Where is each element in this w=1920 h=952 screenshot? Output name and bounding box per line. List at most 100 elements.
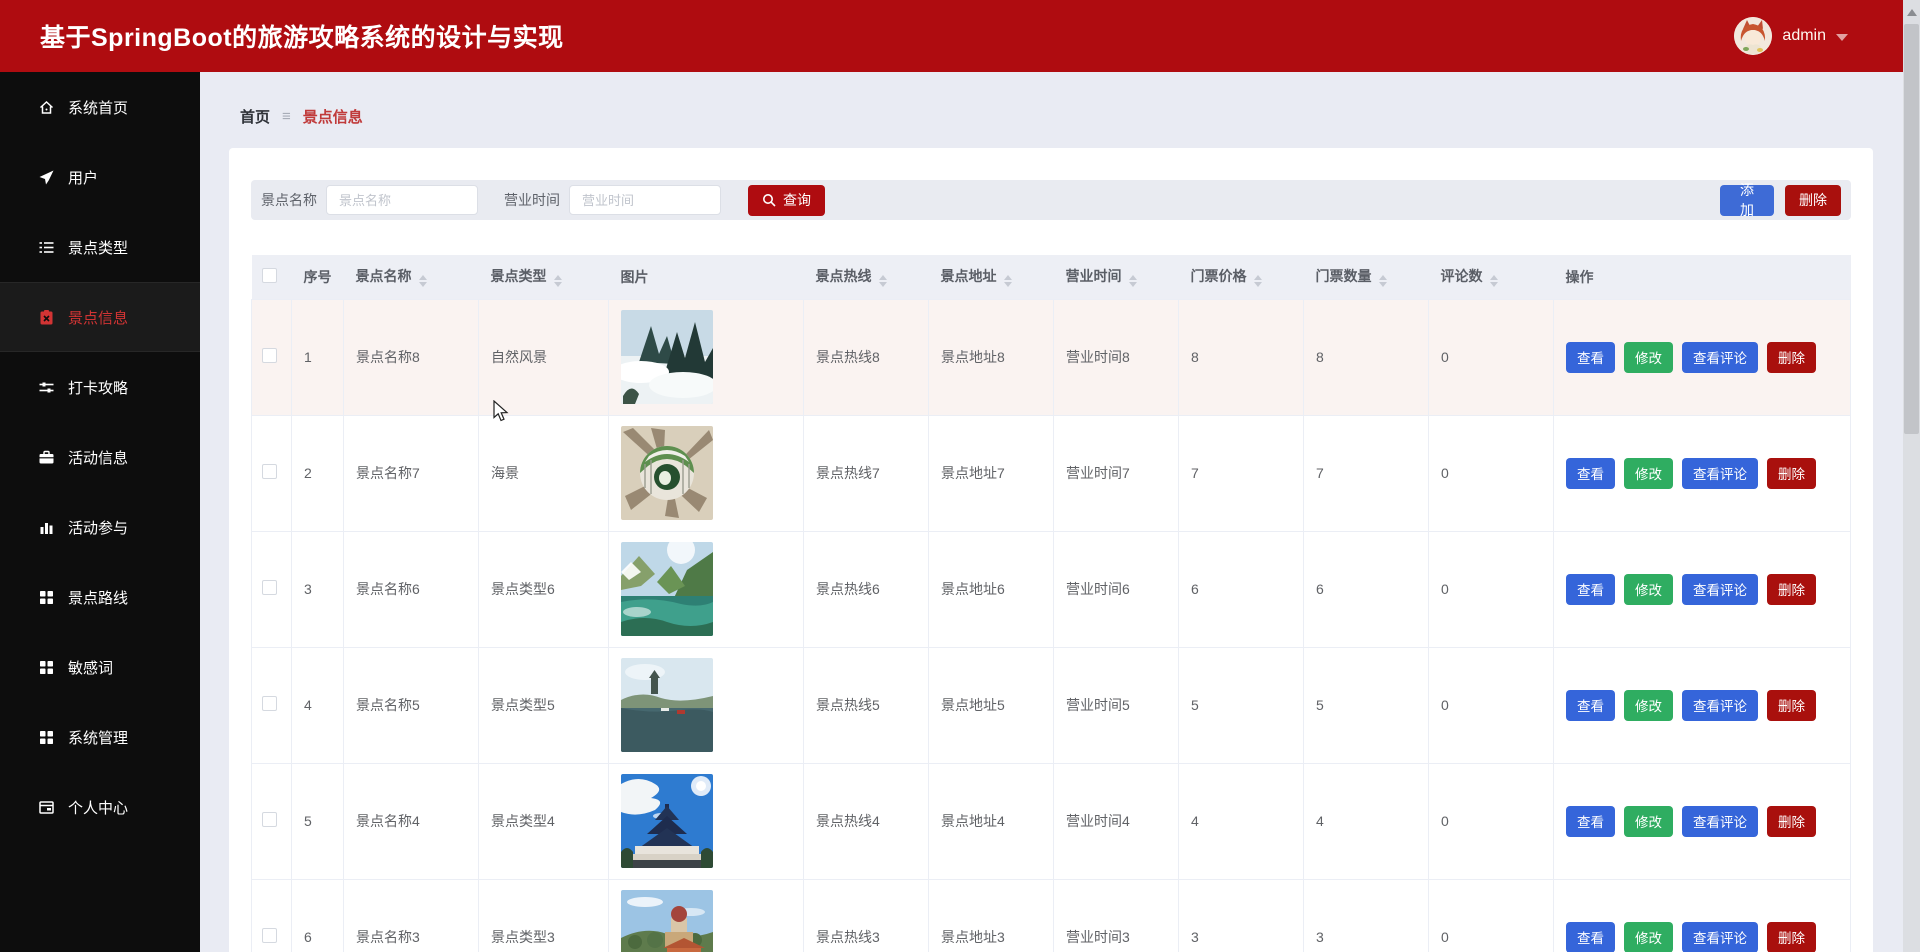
window-icon — [39, 800, 54, 814]
cell-comments: 0 — [1428, 646, 1554, 764]
sidebar-item-profile[interactable]: 个人中心 — [0, 772, 200, 842]
row-checkbox[interactable] — [262, 464, 277, 479]
sidebar-item-system-manage[interactable]: 系统管理 — [0, 702, 200, 772]
username[interactable]: admin — [1782, 27, 1826, 45]
row-checkbox[interactable] — [262, 580, 277, 595]
view-comments-button[interactable]: 查看评论 — [1682, 457, 1758, 489]
col-price[interactable]: 门票价格 — [1178, 255, 1304, 299]
cell-index: 5 — [291, 762, 344, 880]
delete-button[interactable]: 删除 — [1767, 573, 1816, 605]
delete-button[interactable]: 删除 — [1767, 805, 1816, 837]
table-row: 4 景点名称5 景点类型5 景点热线5 景点地址5 营业时间5 5 5 0 查看… — [251, 646, 1851, 764]
grid-icon — [40, 660, 53, 674]
filter-label: 营业时间 — [504, 192, 560, 208]
avatar[interactable] — [1734, 17, 1773, 55]
sidebar-item-activity-join[interactable]: 活动参与 — [0, 492, 200, 562]
sidebar-item-scenic-info[interactable]: 景点信息 — [0, 282, 200, 352]
cell-scenic-name: 景点名称4 — [343, 762, 479, 880]
sidebar-item-scenic-type[interactable]: 景点类型 — [0, 212, 200, 282]
delete-button[interactable]: 删除 — [1767, 457, 1816, 489]
sort-icon[interactable] — [418, 275, 427, 288]
edit-button[interactable]: 修改 — [1624, 457, 1673, 489]
view-button[interactable]: 查看 — [1566, 341, 1615, 373]
select-all-checkbox[interactable] — [261, 267, 277, 283]
scrollbar[interactable] — [1903, 0, 1920, 952]
cell-address: 景点地址7 — [928, 414, 1054, 532]
delete-button[interactable]: 删除 — [1767, 341, 1816, 373]
col-image: 图片 — [608, 255, 804, 299]
table-row: 1 景点名称8 自然风景 景点热线8 景点地址8 营业时间8 8 8 0 查看 … — [251, 298, 1851, 416]
sort-icon[interactable] — [553, 275, 562, 288]
cell-quantity: 7 — [1303, 414, 1429, 532]
cell-quantity: 5 — [1303, 646, 1429, 764]
col-hotline[interactable]: 景点热线 — [803, 255, 929, 299]
col-scenic-name[interactable]: 景点名称 — [343, 255, 479, 299]
search-icon — [763, 194, 776, 207]
add-button[interactable]: 添加 — [1720, 182, 1774, 218]
table-row: 5 景点名称4 景点类型4 景点热线4 景点地址4 营业时间4 4 4 0 查看… — [251, 762, 1851, 880]
search-button[interactable]: 查询 — [748, 184, 825, 216]
sort-icon[interactable] — [1378, 275, 1387, 288]
col-hours[interactable]: 营业时间 — [1053, 255, 1179, 299]
breadcrumb-home[interactable]: 首页 — [240, 106, 270, 127]
sidebar-item-label: 敏感词 — [68, 659, 114, 677]
sort-icon[interactable] — [1489, 275, 1498, 288]
row-checkbox[interactable] — [262, 812, 277, 827]
cell-scenic-name: 景点名称3 — [343, 878, 479, 952]
col-scenic-type[interactable]: 景点类型 — [478, 255, 609, 299]
sidebar-item-label: 活动信息 — [68, 449, 129, 467]
cell-address: 景点地址3 — [928, 878, 1054, 952]
edit-button[interactable]: 修改 — [1624, 921, 1673, 952]
sidebar-item-users[interactable]: 用户 — [0, 142, 200, 212]
view-button[interactable]: 查看 — [1566, 457, 1615, 489]
scrollbar-up-arrow-icon[interactable] — [1907, 9, 1917, 16]
view-comments-button[interactable]: 查看评论 — [1682, 573, 1758, 605]
batch-delete-button[interactable]: 删除 — [1785, 184, 1841, 216]
sidebar-item-label: 活动参与 — [68, 519, 129, 537]
view-button[interactable]: 查看 — [1566, 805, 1615, 837]
delete-button[interactable]: 删除 — [1767, 689, 1816, 721]
sidebar-item-sensitive-words[interactable]: 敏感词 — [0, 632, 200, 702]
sort-icon[interactable] — [1128, 275, 1137, 288]
sort-icon[interactable] — [1003, 275, 1012, 288]
view-comments-button[interactable]: 查看评论 — [1682, 689, 1758, 721]
sidebar-item-home[interactable]: 系统首页 — [0, 72, 200, 142]
row-checkbox[interactable] — [262, 928, 277, 943]
view-comments-button[interactable]: 查看评论 — [1682, 341, 1758, 373]
scenic-photo-west-lake-pagoda — [621, 658, 713, 752]
sort-icon[interactable] — [1253, 275, 1262, 288]
select-all-header — [251, 255, 292, 299]
view-button[interactable]: 查看 — [1566, 921, 1615, 952]
cell-scenic-type: 景点类型3 — [478, 878, 609, 952]
edit-button[interactable]: 修改 — [1624, 805, 1673, 837]
col-address[interactable]: 景点地址 — [928, 255, 1054, 299]
main-content: 首页 ≡ 景点信息 景点名称 营业时间 查询 添加 删除 — [200, 72, 1903, 952]
delete-button[interactable]: 删除 — [1767, 921, 1816, 952]
col-quantity[interactable]: 门票数量 — [1303, 255, 1429, 299]
scrollbar-thumb[interactable] — [1904, 24, 1919, 434]
clipboard-x-icon — [40, 309, 53, 324]
row-checkbox[interactable] — [262, 348, 277, 363]
edit-button[interactable]: 修改 — [1624, 341, 1673, 373]
chevron-down-icon — [1836, 33, 1848, 41]
sidebar-item-checkin-guide[interactable]: 打卡攻略 — [0, 352, 200, 422]
edit-button[interactable]: 修改 — [1624, 689, 1673, 721]
breadcrumb: 首页 ≡ 景点信息 — [200, 72, 1903, 148]
sort-icon[interactable] — [878, 275, 887, 288]
view-comments-button[interactable]: 查看评论 — [1682, 805, 1758, 837]
row-checkbox[interactable] — [262, 696, 277, 711]
cell-price: 8 — [1178, 298, 1304, 416]
sidebar-item-scenic-route[interactable]: 景点路线 — [0, 562, 200, 632]
view-button[interactable]: 查看 — [1566, 573, 1615, 605]
edit-button[interactable]: 修改 — [1624, 573, 1673, 605]
cell-hotline: 景点热线3 — [803, 878, 929, 952]
view-button[interactable]: 查看 — [1566, 689, 1615, 721]
search-toolbar: 景点名称 营业时间 查询 添加 删除 — [251, 180, 1851, 220]
user-menu[interactable]: admin — [1734, 17, 1848, 55]
col-comments[interactable]: 评论数 — [1428, 255, 1554, 299]
business-hours-input[interactable] — [569, 185, 721, 215]
sidebar-item-activity-info[interactable]: 活动信息 — [0, 422, 200, 492]
view-comments-button[interactable]: 查看评论 — [1682, 921, 1758, 952]
scenic-name-input[interactable] — [326, 185, 478, 215]
scenic-photo-hill-castle — [621, 890, 713, 952]
